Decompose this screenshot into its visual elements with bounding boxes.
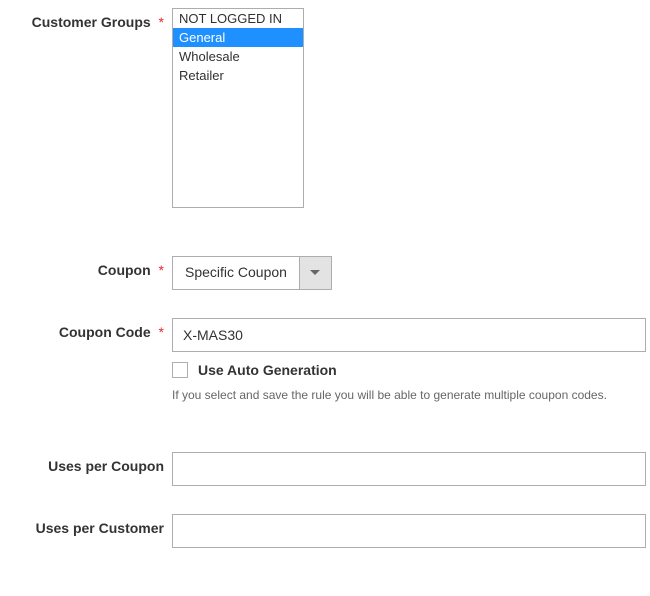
uses-per-customer-input[interactable]	[172, 514, 646, 548]
required-marker: *	[159, 262, 164, 278]
coupon-code-input[interactable]	[172, 318, 646, 352]
auto-generation-help: If you select and save the rule you will…	[172, 386, 646, 404]
required-marker: *	[159, 14, 164, 30]
coupon-select[interactable]: Specific Coupon	[172, 256, 332, 290]
customer-group-option[interactable]: Retailer	[173, 66, 303, 85]
auto-generation-label: Use Auto Generation	[198, 362, 337, 378]
customer-group-option[interactable]: Wholesale	[173, 47, 303, 66]
uses-per-coupon-input[interactable]	[172, 452, 646, 486]
coupon-code-label: Coupon Code *	[0, 318, 172, 340]
required-marker: *	[159, 324, 164, 340]
coupon-select-value: Specific Coupon	[173, 257, 299, 289]
customer-group-option[interactable]: NOT LOGGED IN	[173, 9, 303, 28]
customer-group-option[interactable]: General	[173, 28, 303, 47]
customer-groups-label: Customer Groups *	[0, 8, 172, 30]
uses-per-coupon-label: Uses per Coupon	[0, 452, 172, 474]
chevron-down-icon[interactable]	[299, 257, 331, 289]
coupon-label: Coupon *	[0, 256, 172, 278]
auto-generation-checkbox[interactable]	[172, 362, 188, 378]
customer-groups-multiselect[interactable]: NOT LOGGED IN General Wholesale Retailer	[172, 8, 304, 208]
uses-per-customer-label: Uses per Customer	[0, 514, 172, 536]
